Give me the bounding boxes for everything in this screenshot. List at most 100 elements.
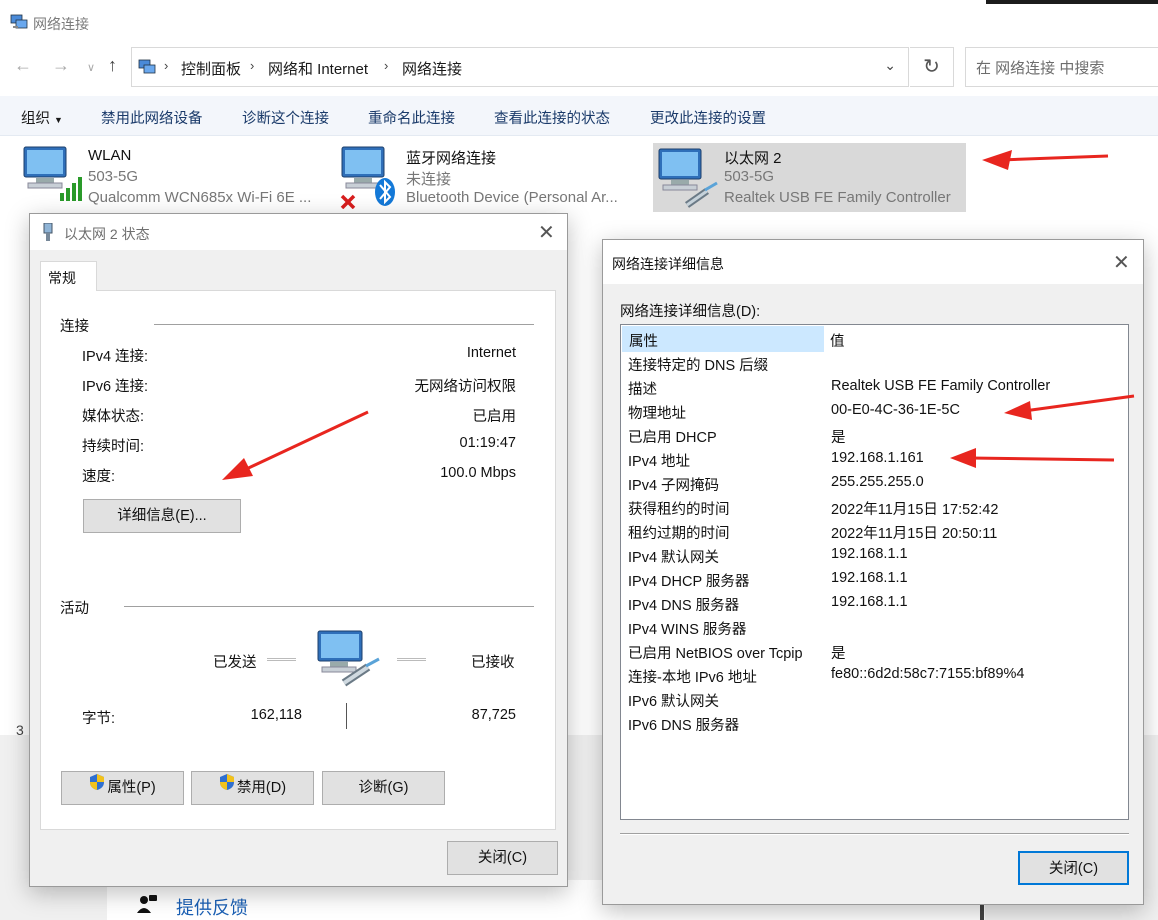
properties-button[interactable]: 属性(P) [61, 771, 184, 805]
connection-bluetooth[interactable]: 蓝牙网络连接 未连接 Bluetooth Device (Personal Ar… [340, 143, 640, 213]
connection-group-label: 连接 [60, 319, 89, 335]
search-input[interactable]: 在 网络连接 中搜索 [965, 47, 1158, 87]
window-titlebar: 网络连接 [0, 0, 1158, 44]
uac-shield-icon [219, 771, 235, 803]
value-cell: 2022年11月15日 20:50:11 [831, 526, 998, 542]
dialog-title: 网络连接详细信息 [612, 256, 724, 272]
list-item[interactable]: IPv6 DNS 服务器 [621, 712, 1128, 736]
refresh-button[interactable]: ↻ [910, 47, 954, 87]
annotation-arrow-ethernet [999, 154, 1109, 162]
connection-device: Realtek USB FE Family Controller [724, 189, 951, 206]
duration-value: 01:19:47 [459, 435, 516, 451]
change-settings-button[interactable]: 更改此连接的设置 [650, 107, 766, 128]
details-list-label: 网络连接详细信息(D): [620, 304, 761, 320]
close-icon[interactable]: ✕ [1113, 250, 1130, 275]
list-item[interactable]: 连接-本地 IPv6 地址 fe80::6d2d:58c7:7155:bf89%4 [621, 664, 1128, 688]
bytes-sent-value: 162,118 [250, 707, 302, 723]
organize-menu[interactable]: 组织 ▼ [21, 107, 63, 128]
ipv6-connectivity-value: 无网络访问权限 [414, 379, 517, 395]
group-divider [124, 606, 534, 607]
sent-label: 已发送 [213, 655, 257, 671]
list-item[interactable]: IPv4 DHCP 服务器 192.168.1.1 [621, 568, 1128, 592]
list-item[interactable]: 获得租约的时间 2022年11月15日 17:52:42 [621, 496, 1128, 520]
diagnose-connection-button[interactable]: 诊断这个连接 [242, 107, 329, 128]
property-cell: IPv6 DNS 服务器 [628, 718, 740, 734]
close-button[interactable]: 关闭(C) [1018, 851, 1129, 885]
list-item[interactable]: 物理地址 00-E0-4C-36-1E-5C [621, 400, 1128, 424]
list-item[interactable]: IPv4 子网掩码 255.255.255.0 [621, 472, 1128, 496]
list-item[interactable]: 租约过期的时间 2022年11月15日 20:50:11 [621, 520, 1128, 544]
chevron-down-icon[interactable]: ⌄ [884, 57, 896, 74]
list-item[interactable]: IPv4 默认网关 192.168.1.1 [621, 544, 1128, 568]
connection-details-dialog: 网络连接详细信息 ✕ 网络连接详细信息(D): 属性 值 连接特定的 DNS 后… [602, 239, 1144, 905]
media-state-value: 已启用 [472, 409, 517, 425]
bytes-divider [346, 703, 347, 729]
address-bar[interactable]: › 控制面板 › 网络和 Internet › 网络连接 ⌄ [131, 47, 909, 87]
ipv4-connectivity-value: Internet [466, 345, 516, 361]
feedback-link[interactable]: 提供反馈 [176, 894, 248, 920]
column-header-property[interactable]: 属性 [622, 326, 824, 352]
general-tab-panel: 连接 IPv4 连接: Internet IPv6 连接: 无网络访问权限 媒体… [40, 290, 556, 830]
connection-name: 以太网 2 [724, 150, 782, 167]
disable-device-button[interactable]: 禁用此网络设备 [101, 107, 203, 128]
back-arrow-icon[interactable]: ← [14, 55, 32, 75]
property-cell: IPv4 地址 [628, 454, 691, 470]
list-item[interactable]: 已启用 NetBIOS over Tcpip 是 [621, 640, 1128, 664]
window-edge [986, 0, 1158, 4]
connection-status: 未连接 [406, 171, 452, 188]
list-item[interactable]: IPv4 WINS 服务器 [621, 616, 1128, 640]
breadcrumb-network-connections[interactable]: 网络连接 [402, 58, 462, 79]
diagnose-button[interactable]: 诊断(G) [322, 771, 445, 805]
list-item[interactable]: IPv4 DNS 服务器 192.168.1.1 [621, 592, 1128, 616]
property-cell: 物理地址 [628, 406, 686, 422]
breadcrumb-control-panel[interactable]: 控制面板 [181, 58, 241, 79]
property-cell: IPv4 子网掩码 [628, 478, 720, 494]
connection-wlan[interactable]: WLAN 503-5G Qualcomm WCN685x Wi-Fi 6E ..… [22, 143, 332, 213]
recent-chevron-icon[interactable]: ∨ [87, 58, 95, 78]
details-button[interactable]: 详细信息(E)... [83, 499, 241, 533]
network-activity-icon [316, 629, 382, 690]
uac-shield-icon [89, 771, 105, 803]
dialog-title: 以太网 2 状态 [64, 226, 150, 242]
value-cell: 192.168.1.1 [831, 570, 908, 586]
value-cell: 是 [831, 646, 846, 662]
chevron-right-icon: › [164, 58, 169, 73]
property-cell: 连接特定的 DNS 后缀 [628, 358, 769, 374]
close-button[interactable]: 关闭(C) [447, 841, 558, 875]
rename-connection-button[interactable]: 重命名此连接 [368, 107, 455, 128]
duration-label: 持续时间: [82, 439, 145, 455]
column-header-value[interactable]: 值 [824, 326, 1127, 352]
property-cell: IPv6 默认网关 [628, 694, 720, 710]
list-item[interactable]: IPv4 地址 192.168.1.161 [621, 448, 1128, 472]
forward-arrow-icon[interactable]: → [52, 55, 70, 75]
activity-group-label: 活动 [60, 601, 89, 617]
value-cell: 192.168.1.1 [831, 594, 908, 610]
list-item[interactable]: 描述 Realtek USB FE Family Controller [621, 376, 1128, 400]
list-item[interactable]: 连接特定的 DNS 后缀 [621, 352, 1128, 376]
control-panel-icon [138, 59, 156, 78]
disable-button[interactable]: 禁用(D) [191, 771, 314, 805]
property-cell: IPv4 WINS 服务器 [628, 622, 747, 638]
view-status-button[interactable]: 查看此连接的状态 [494, 107, 610, 128]
disable-label: 禁用(D) [236, 780, 287, 796]
list-item[interactable]: 已启用 DHCP 是 [621, 424, 1128, 448]
ethernet-status-dialog: 以太网 2 状态 ✕ 常规 连接 IPv4 连接: Internet IPv6 … [29, 213, 568, 887]
received-indicator [397, 658, 426, 661]
property-cell: IPv4 默认网关 [628, 550, 720, 566]
list-item[interactable]: IPv6 默认网关 [621, 688, 1128, 712]
property-cell: 租约过期的时间 [628, 526, 730, 542]
up-arrow-icon[interactable]: ↑ [108, 55, 117, 75]
connection-ethernet-2[interactable]: 以太网 2 503-5G Realtek USB FE Family Contr… [653, 143, 966, 212]
speed-label: 速度: [82, 469, 116, 485]
tab-general[interactable]: 常规 [40, 261, 97, 291]
breadcrumb-network-internet[interactable]: 网络和 Internet [268, 58, 368, 79]
network-folder-icon [10, 14, 28, 33]
value-cell: 是 [831, 430, 846, 446]
dialog-separator [620, 833, 1129, 835]
value-cell: 192.168.1.1 [831, 546, 908, 562]
group-divider [154, 324, 534, 325]
details-list[interactable]: 属性 值 连接特定的 DNS 后缀描述 Realtek USB FE Family… [620, 324, 1129, 820]
close-icon[interactable]: ✕ [538, 220, 555, 245]
command-bar: 组织 ▼ 禁用此网络设备 诊断这个连接 重命名此连接 查看此连接的状态 更改此连… [0, 96, 1158, 136]
wifi-adapter-icon [22, 143, 82, 206]
